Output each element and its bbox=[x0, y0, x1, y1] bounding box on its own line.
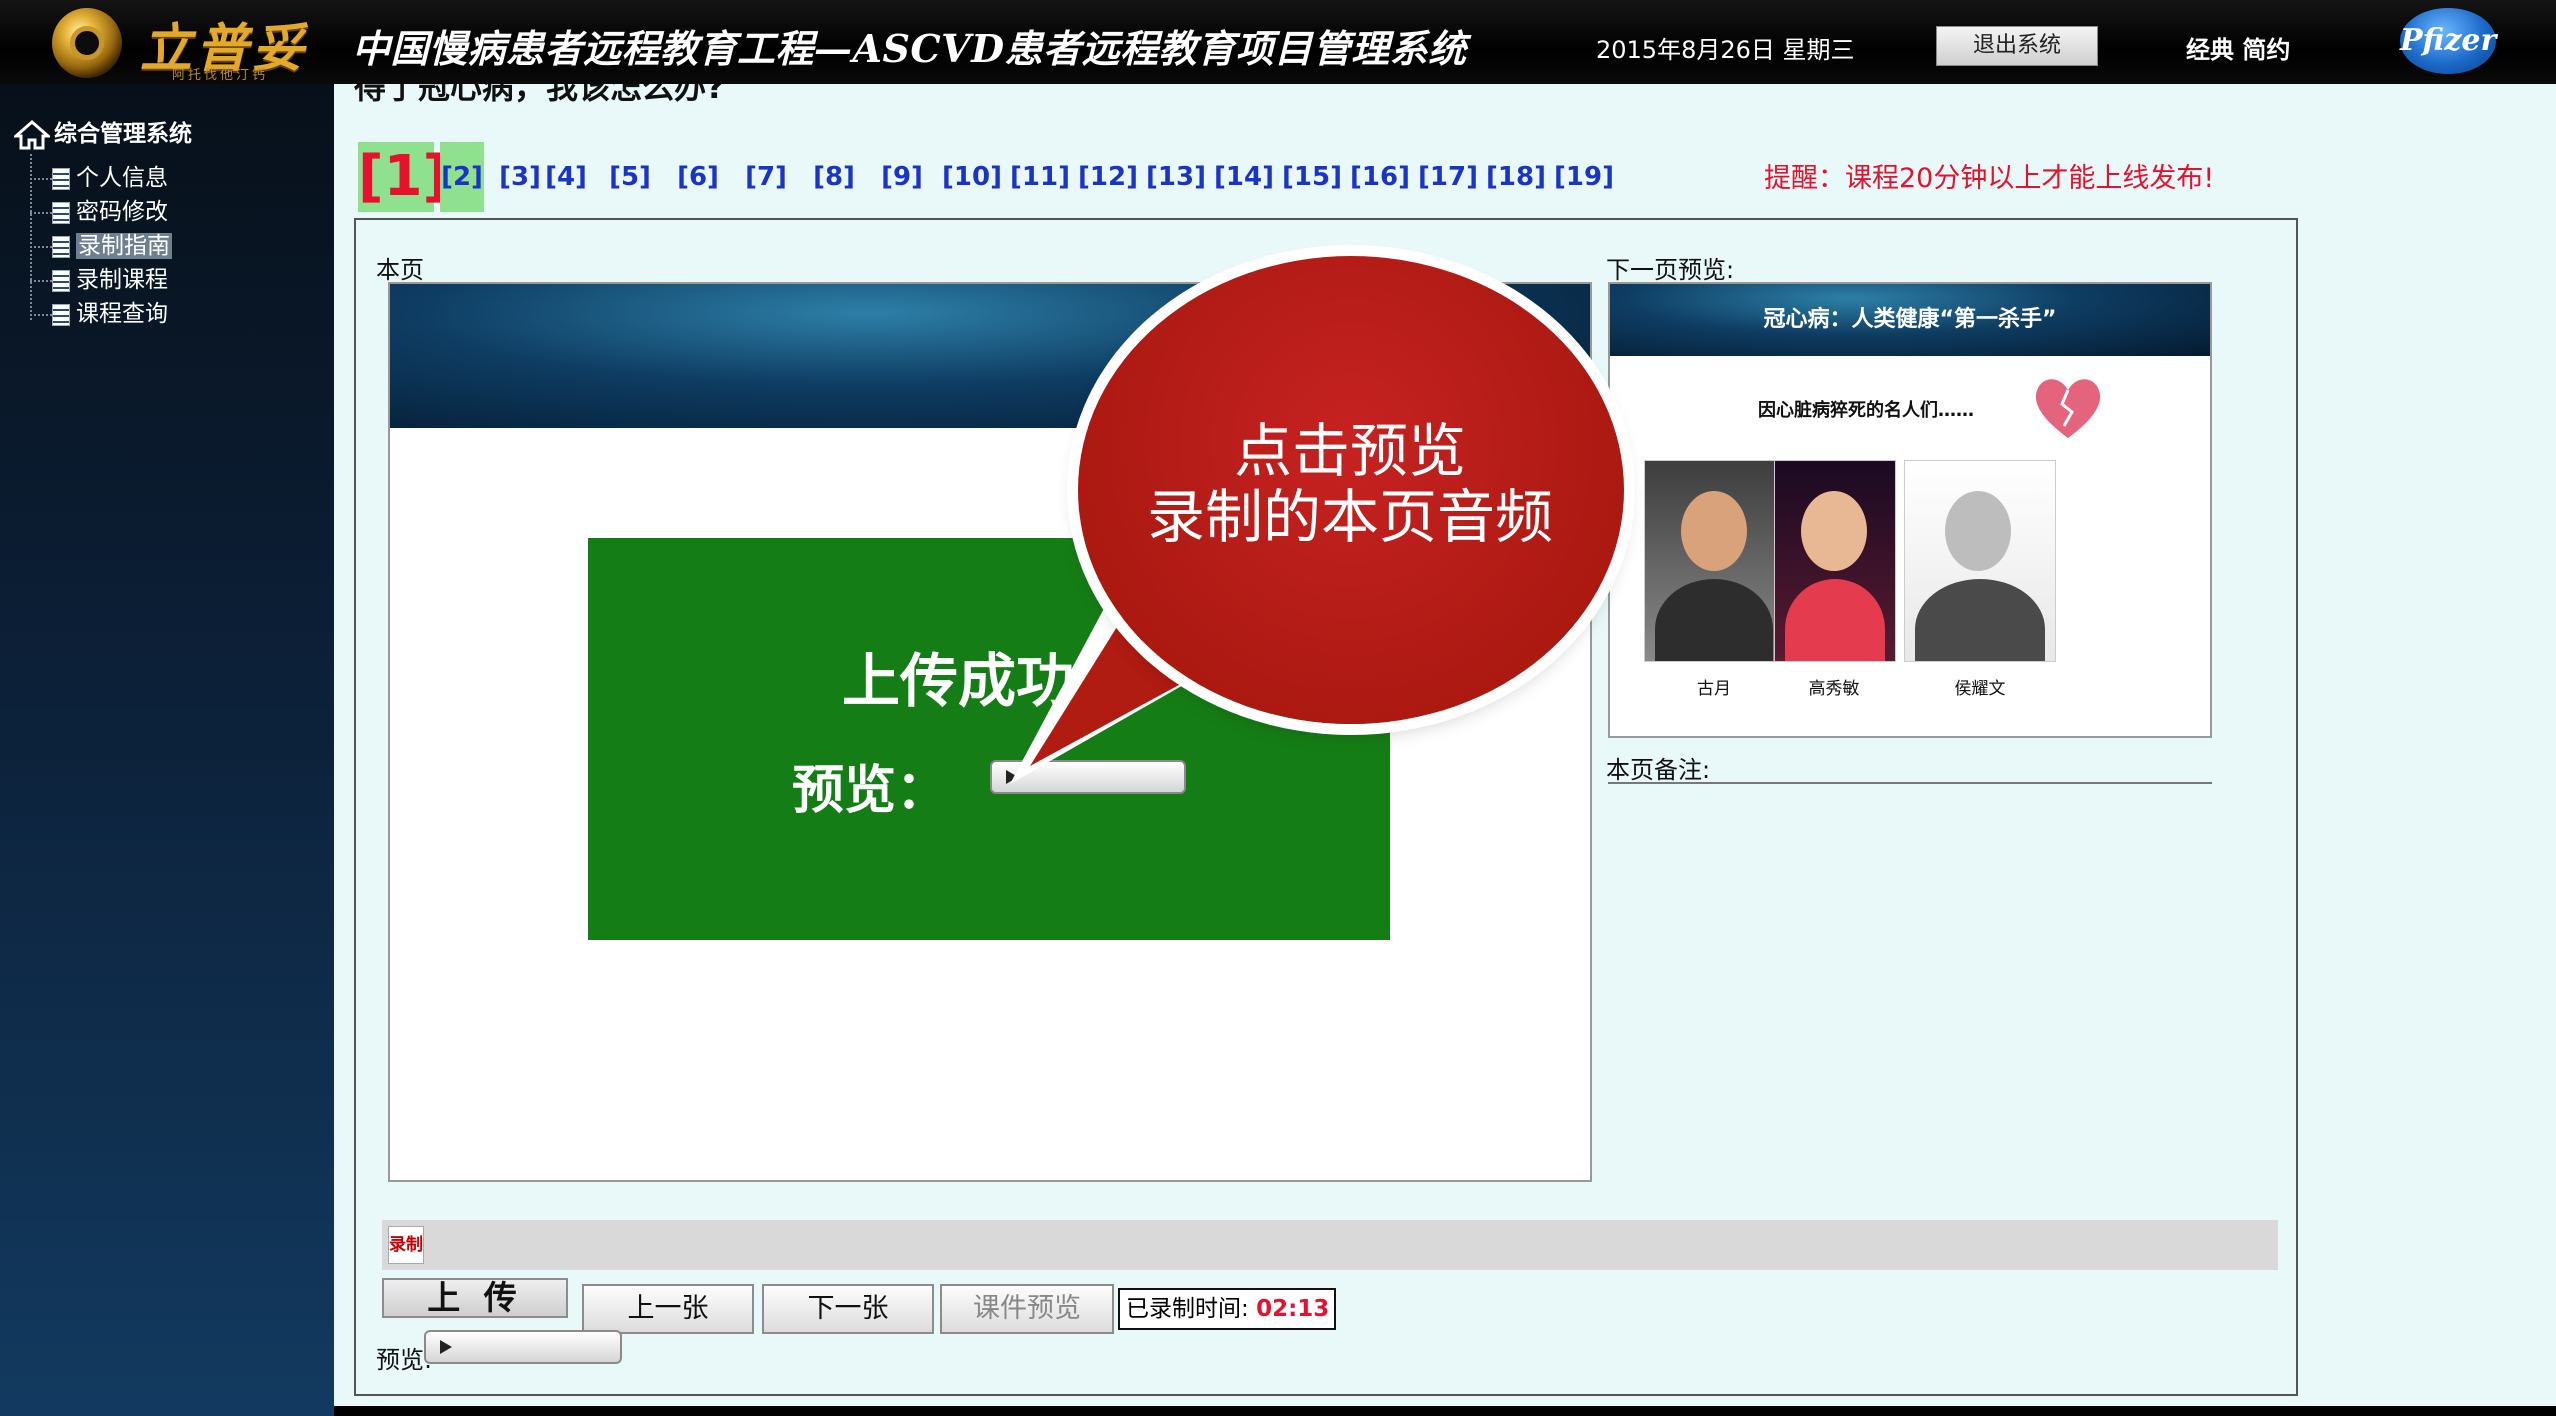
page-link[interactable]: [10] bbox=[942, 142, 1002, 212]
document-icon bbox=[52, 235, 70, 258]
page-link[interactable]: [12] bbox=[1078, 142, 1138, 212]
sidebar-item-label: 录制指南 bbox=[76, 233, 172, 259]
sidebar-item-label: 密码修改 bbox=[76, 199, 168, 225]
person-photo bbox=[1774, 460, 1896, 662]
document-icon bbox=[52, 201, 70, 224]
page-link[interactable]: [2] bbox=[440, 142, 484, 212]
logo-subtext: 阿托伐他汀钙 bbox=[172, 68, 269, 83]
previous-slide-button[interactable]: 上一张 bbox=[582, 1284, 754, 1334]
broken-heart-icon bbox=[2035, 379, 2101, 438]
next-slide-button[interactable]: 下一张 bbox=[762, 1284, 934, 1334]
page-link[interactable]: [19] bbox=[1554, 142, 1614, 212]
play-icon bbox=[1006, 770, 1018, 784]
page-link[interactable]: [7] bbox=[744, 142, 788, 212]
home-icon bbox=[14, 119, 50, 149]
slide-audio-player[interactable] bbox=[990, 760, 1186, 794]
course-title: 得了冠心病，我该怎么办? bbox=[354, 84, 725, 106]
courseware-preview-button[interactable]: 课件预览 bbox=[940, 1284, 1114, 1334]
page-link[interactable]: [6] bbox=[676, 142, 720, 212]
upload-success-text: 上传成功! bbox=[842, 647, 1101, 715]
sidebar-item-guide[interactable]: 录制指南 bbox=[30, 226, 172, 260]
next-preview-label: 下一页预览: bbox=[1606, 256, 1735, 284]
page-link[interactable]: [16] bbox=[1350, 142, 1410, 212]
sidebar-item-label: 个人信息 bbox=[76, 165, 168, 191]
page-notes-label: 本页备注: bbox=[1606, 756, 1711, 784]
recorded-time-label: 已录制时间: bbox=[1126, 1296, 1249, 1322]
page-link[interactable]: [14] bbox=[1214, 142, 1274, 212]
sidebar: 综合管理系统 个人信息 密码修改 录制指南 录制课程 课程查询 bbox=[0, 84, 334, 1416]
next-slide-subtitle: 因心脏病猝死的名人们…… bbox=[1758, 400, 1974, 421]
callout-text: 点击预览 录制的本页音频 bbox=[1146, 417, 1553, 551]
page-link[interactable]: [13] bbox=[1146, 142, 1206, 212]
exit-button[interactable]: 退出系统 bbox=[1936, 26, 2098, 66]
document-icon bbox=[52, 167, 70, 190]
current-date: 2015年8月26日 星期三 bbox=[1596, 36, 1855, 64]
page-link[interactable]: [4] bbox=[544, 142, 588, 212]
sidebar-item-course-query[interactable]: 课程查询 bbox=[30, 294, 168, 328]
sidebar-item-label: 课程查询 bbox=[76, 301, 168, 327]
slide-preview-label: 预览： bbox=[792, 761, 949, 821]
record-toolbar: 录制 bbox=[382, 1220, 2278, 1270]
page-link-current[interactable]: [1] bbox=[358, 142, 448, 212]
top-header: 立普妥 阿托伐他汀钙 中国慢病患者远程教育工程—ASCVD患者远程教育项目管理系… bbox=[0, 0, 2556, 84]
app-title: 中国慢病患者远程教育工程—ASCVD患者远程教育项目管理系统 bbox=[352, 26, 1467, 71]
lipitor-logo-icon bbox=[52, 8, 122, 78]
page-link[interactable]: [8] bbox=[812, 142, 856, 212]
next-slide-title: 冠心病：人类健康“第一杀手” bbox=[1610, 284, 2210, 356]
sidebar-item-label: 录制课程 bbox=[76, 267, 168, 293]
recorded-time-display: 已录制时间: 02:13 bbox=[1118, 1288, 1336, 1330]
sidebar-item-password[interactable]: 密码修改 bbox=[30, 192, 168, 226]
document-icon bbox=[52, 269, 70, 292]
record-icon[interactable]: 录制 bbox=[388, 1226, 424, 1264]
page-link[interactable]: [11] bbox=[1010, 142, 1070, 212]
pfizer-logo: Pfizer bbox=[2400, 8, 2496, 74]
sidebar-item-profile[interactable]: 个人信息 bbox=[30, 158, 168, 192]
next-slide-preview: 冠心病：人类健康“第一杀手” 因心脏病猝死的名人们…… 古月 高秀敏 侯耀文 bbox=[1608, 282, 2212, 738]
page-link[interactable]: [15] bbox=[1282, 142, 1342, 212]
page-link[interactable]: [18] bbox=[1486, 142, 1546, 212]
person-name: 高秀敏 bbox=[1808, 679, 1860, 699]
user-name: 经典 简约 bbox=[2186, 36, 2291, 64]
document-icon bbox=[52, 303, 70, 326]
play-icon bbox=[440, 1340, 452, 1354]
recorded-time-value: 02:13 bbox=[1256, 1296, 1330, 1322]
person-name: 侯耀文 bbox=[1954, 679, 2006, 699]
current-page-label: 本页 bbox=[376, 256, 424, 284]
page-link[interactable]: [17] bbox=[1418, 142, 1478, 212]
page-link[interactable]: [5] bbox=[608, 142, 652, 212]
tree-root[interactable]: 综合管理系统 bbox=[14, 114, 192, 150]
person-photo bbox=[1644, 460, 1786, 662]
person-name: 古月 bbox=[1697, 679, 1731, 699]
audio-preview-player[interactable] bbox=[424, 1330, 622, 1364]
upload-button[interactable]: 上 传 bbox=[382, 1278, 568, 1318]
tree-root-label: 综合管理系统 bbox=[54, 121, 192, 147]
page-link[interactable]: [3] bbox=[498, 142, 542, 212]
sidebar-item-record-course[interactable]: 录制课程 bbox=[30, 260, 168, 294]
page-notes-input[interactable] bbox=[1608, 782, 2212, 784]
person-photo bbox=[1904, 460, 2056, 662]
reminder-text: 提醒：课程20分钟以上才能上线发布! bbox=[1764, 163, 2215, 194]
page-link[interactable]: [9] bbox=[880, 142, 924, 212]
